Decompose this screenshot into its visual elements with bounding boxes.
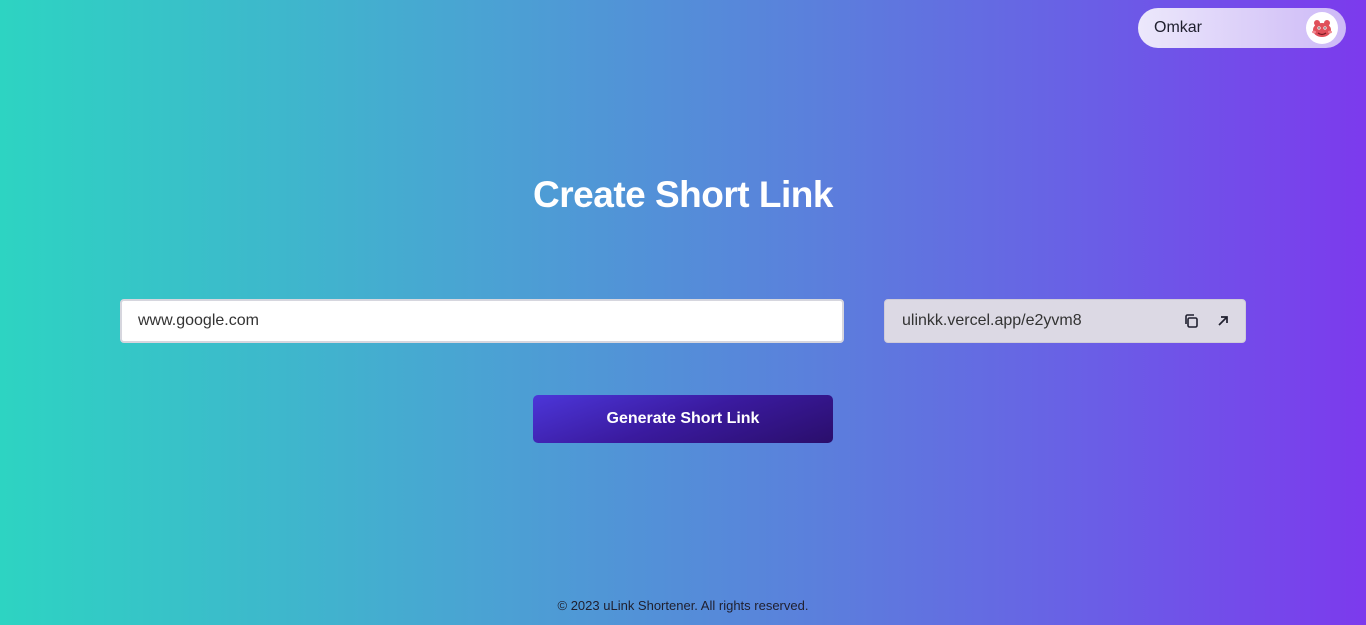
long-url-input[interactable] [120,299,844,343]
user-menu[interactable]: Omkar [1138,8,1346,48]
short-url-text: ulinkk.vercel.app/e2yvm8 [902,312,1082,329]
mascot-avatar-icon [1312,20,1332,37]
footer-copyright: © 2023 uLink Shortener. All rights reser… [557,598,809,613]
page-title: Create Short Link [533,174,833,215]
copy-button[interactable] [1179,309,1203,333]
generate-short-link-button[interactable]: Generate Short Link [533,395,833,443]
short-link-output: ulinkk.vercel.app/e2yvm8 [884,299,1246,343]
open-link-button[interactable] [1211,309,1235,333]
copy-icon [1185,314,1198,328]
avatar[interactable] [1306,12,1338,44]
external-link-icon [1218,316,1228,326]
user-name: Omkar [1154,19,1202,36]
